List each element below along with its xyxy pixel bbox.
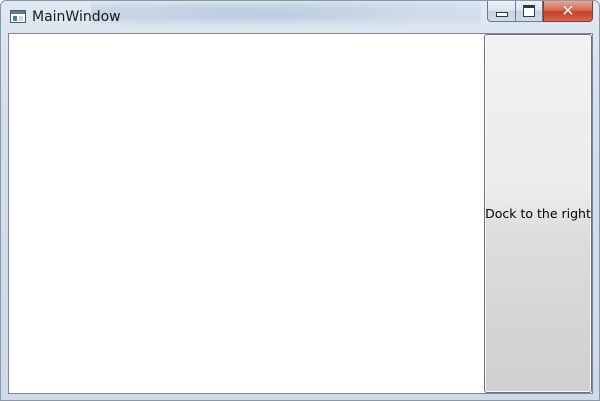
- main-window: MainWindow ✕ Dock to the right: [0, 0, 600, 401]
- dock-fill-area: [9, 34, 483, 393]
- dock-right-button[interactable]: Dock to the right: [484, 34, 592, 393]
- minimize-button[interactable]: [487, 1, 515, 22]
- maximize-icon: [523, 5, 535, 17]
- dock-panel: Dock to the right: [8, 33, 593, 394]
- window-icon[interactable]: [10, 10, 26, 23]
- minimize-icon: [495, 12, 508, 17]
- close-icon: ✕: [561, 1, 575, 20]
- close-button[interactable]: ✕: [543, 1, 593, 22]
- caption-buttons: ✕: [487, 1, 593, 22]
- window-title: MainWindow: [32, 9, 121, 25]
- title-bar[interactable]: MainWindow ✕: [1, 1, 599, 32]
- maximize-button[interactable]: [515, 1, 543, 22]
